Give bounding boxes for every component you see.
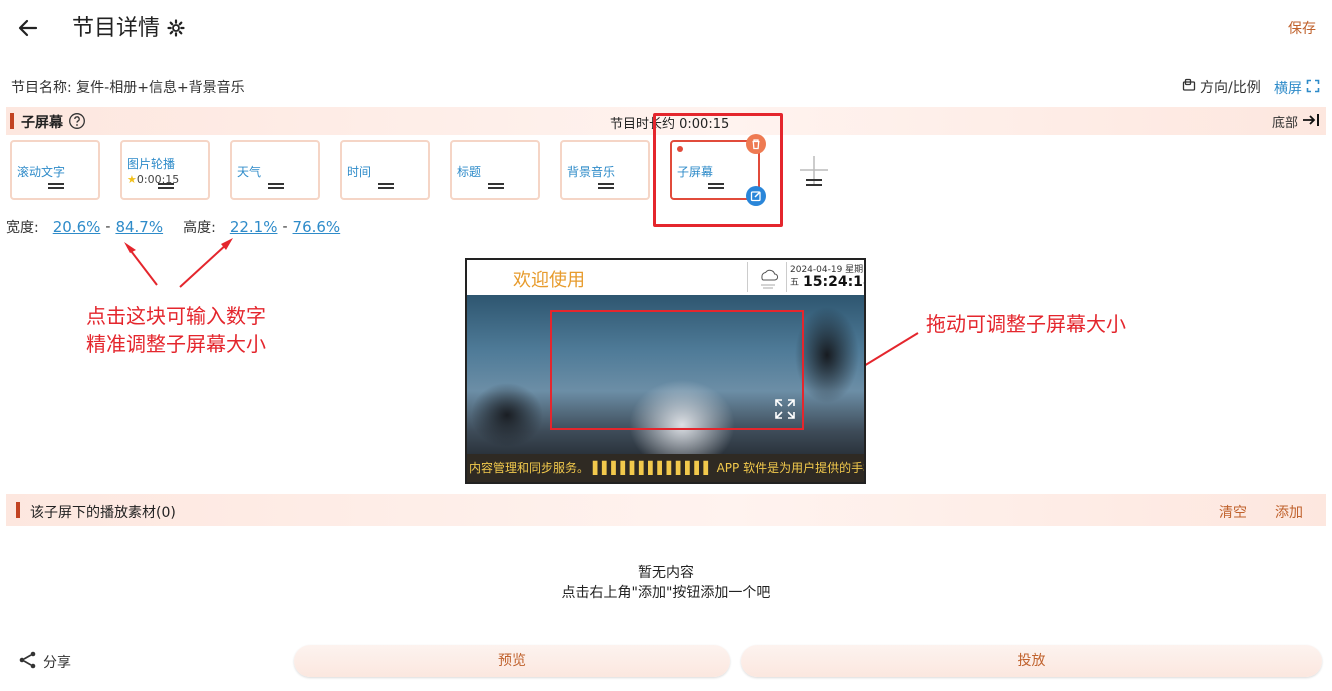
cast-button[interactable]: 投放 bbox=[741, 645, 1322, 677]
section-marker bbox=[16, 502, 20, 518]
sub-screen-region[interactable] bbox=[550, 310, 804, 430]
preview-scrolling-text: 内容管理和同步服务。 ▌▌▌▌▌▌▌▌▌▌▌▌▌ APP 软件是为用户提供的手机… bbox=[467, 454, 864, 482]
share-icon bbox=[18, 650, 38, 674]
share-label: 分享 bbox=[43, 655, 71, 671]
annotation-left-line2: 精准调整子屏幕大小 bbox=[86, 332, 266, 356]
materials-title: 该子屏下的播放素材(0) bbox=[30, 505, 176, 521]
preview-time: 15:24:18 bbox=[803, 274, 866, 290]
share-button[interactable]: 分享 bbox=[18, 650, 71, 674]
clear-button[interactable]: 清空 bbox=[1219, 502, 1247, 522]
annotation-left-line1: 点击这块可输入数字 bbox=[86, 304, 266, 328]
empty-state-hint: 点击右上角"添加"按钮添加一个吧 bbox=[561, 585, 771, 601]
preview-button[interactable]: 预览 bbox=[294, 645, 730, 677]
materials-header: 该子屏下的播放素材(0) 清空 添加 bbox=[6, 494, 1326, 526]
resize-handle-icon[interactable] bbox=[774, 398, 796, 420]
empty-state-title: 暂无内容 bbox=[638, 565, 694, 581]
add-material-button[interactable]: 添加 bbox=[1275, 502, 1303, 522]
layout-preview[interactable]: 欢迎使用 2024-04-19 星期五 15:24:18 内容管理和同步服务。 … bbox=[465, 258, 866, 484]
preview-title-bar: 欢迎使用 2024-04-19 星期五 15:24:18 bbox=[467, 260, 864, 295]
preview-welcome-text: 欢迎使用 bbox=[513, 270, 585, 291]
annotation-right: 拖动可调整子屏幕大小 bbox=[926, 312, 1126, 336]
cloud-icon bbox=[747, 262, 787, 292]
